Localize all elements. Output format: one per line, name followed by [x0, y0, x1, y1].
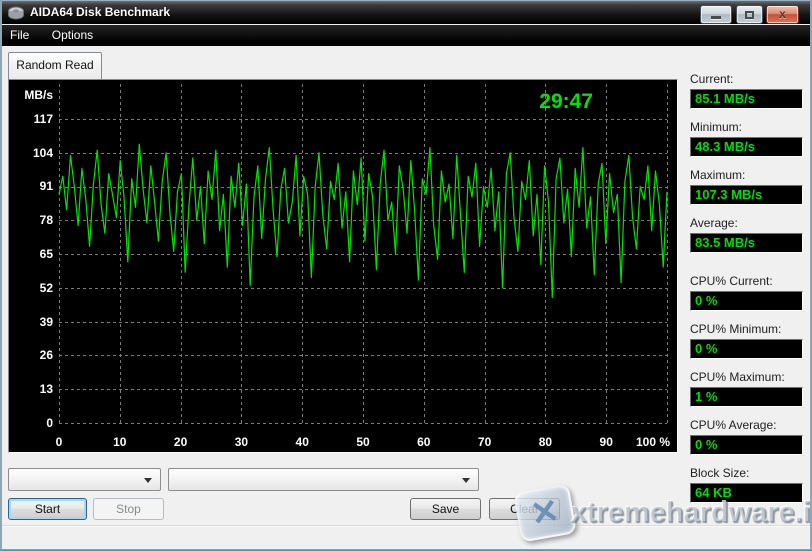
stat-cpu-current: CPU% Current: 0 % — [690, 274, 803, 311]
stat-maximum: Maximum: 107.3 MB/s — [690, 168, 803, 205]
stat-cpu-average: CPU% Average: 0 % — [690, 418, 803, 455]
stat-label: CPU% Minimum: — [690, 322, 803, 337]
y-tick-26: 26 — [40, 348, 54, 362]
benchmark-type-select[interactable]: Random Read — [8, 468, 161, 491]
status-bar — [0, 525, 812, 549]
y-tick-39: 39 — [40, 315, 54, 329]
y-tick-104: 104 — [33, 146, 53, 160]
stat-value-box: 1 % — [690, 387, 803, 407]
benchmark-line-chart: MB/s 117 104 91 78 65 52 39 26 13 0 0 10… — [9, 80, 677, 452]
stat-value-box: 0 % — [690, 435, 803, 455]
chevron-down-icon — [144, 478, 152, 483]
x-tick-20: 20 — [174, 435, 188, 449]
stat-value-box: 107.3 MB/s — [690, 185, 803, 205]
x-tick-40: 40 — [296, 435, 310, 449]
stat-value-box: 64 KB — [690, 483, 803, 503]
menu-bar: File Options — [0, 25, 812, 46]
stat-label: Maximum: — [690, 168, 803, 183]
y-tick-0: 0 — [46, 416, 53, 430]
x-tick-80: 80 — [539, 435, 553, 449]
menu-item-file[interactable]: File — [2, 25, 37, 42]
stat-value-box: 0 % — [690, 291, 803, 311]
clear-button[interactable]: Clear — [489, 498, 560, 520]
elapsed-time: 29:47 — [539, 90, 593, 113]
stat-cpu-minimum: CPU% Minimum: 0 % — [690, 322, 803, 359]
x-tick-100: 100 % — [636, 435, 670, 449]
stat-label: CPU% Average: — [690, 418, 803, 433]
stat-label: CPU% Current: — [690, 274, 803, 289]
benchmark-chart-panel: MB/s 117 104 91 78 65 52 39 26 13 0 0 10… — [8, 79, 678, 453]
y-axis-unit-label: MB/s — [24, 88, 53, 102]
y-tick-65: 65 — [40, 247, 54, 261]
x-tick-70: 70 — [478, 435, 492, 449]
title-bar: AIDA64 Disk Benchmark x — [0, 0, 812, 24]
stat-value-box: 48.3 MB/s — [690, 137, 803, 157]
y-tick-117: 117 — [34, 112, 54, 126]
x-tick-0: 0 — [56, 435, 63, 449]
stat-label: Block Size: — [690, 466, 803, 481]
x-tick-90: 90 — [600, 435, 614, 449]
app-window: AIDA64 Disk Benchmark x File Options Ran… — [0, 0, 812, 551]
chevron-down-icon — [462, 478, 470, 483]
stat-current: Current: 85.1 MB/s — [690, 72, 803, 109]
menu-item-options[interactable]: Options — [44, 25, 101, 42]
close-button[interactable]: x — [766, 5, 799, 24]
stat-value-box: 85.1 MB/s — [690, 89, 803, 109]
stat-label: Current: — [690, 72, 803, 87]
y-tick-52: 52 — [40, 281, 54, 295]
stat-block-size: Block Size: 64 KB — [690, 466, 803, 503]
stat-value-box: 83.5 MB/s — [690, 233, 803, 253]
window-title: AIDA64 Disk Benchmark — [30, 5, 170, 19]
stop-button[interactable]: Stop — [93, 498, 164, 520]
start-button[interactable]: Start — [8, 498, 87, 520]
disk-drive-select[interactable]: Disk Drive #0 [SAMSUNG HD154UI] (1397.3 … — [168, 468, 479, 491]
maximize-icon — [745, 11, 754, 19]
y-tick-13: 13 — [40, 382, 54, 396]
x-tick-30: 30 — [235, 435, 249, 449]
chart-gridlines — [59, 84, 668, 424]
close-icon: x — [767, 7, 798, 21]
stat-average: Average: 83.5 MB/s — [690, 216, 803, 253]
stat-label: CPU% Maximum: — [690, 370, 803, 385]
minimize-icon — [711, 16, 721, 19]
y-tick-78: 78 — [40, 213, 54, 227]
save-button[interactable]: Save — [410, 498, 481, 520]
stat-value-box: 0 % — [690, 339, 803, 359]
tab-random-read[interactable]: Random Read — [8, 52, 102, 79]
stat-label: Minimum: — [690, 120, 803, 135]
stat-label: Average: — [690, 216, 803, 231]
maximize-button[interactable] — [736, 5, 763, 24]
stat-cpu-maximum: CPU% Maximum: 1 % — [690, 370, 803, 407]
x-tick-50: 50 — [356, 435, 370, 449]
stat-minimum: Minimum: 48.3 MB/s — [690, 120, 803, 157]
minimize-button[interactable] — [700, 5, 732, 24]
window-border-left — [0, 0, 2, 551]
x-tick-10: 10 — [113, 435, 127, 449]
disk-icon — [8, 6, 24, 20]
x-tick-60: 60 — [417, 435, 431, 449]
y-tick-91: 91 — [40, 179, 54, 193]
